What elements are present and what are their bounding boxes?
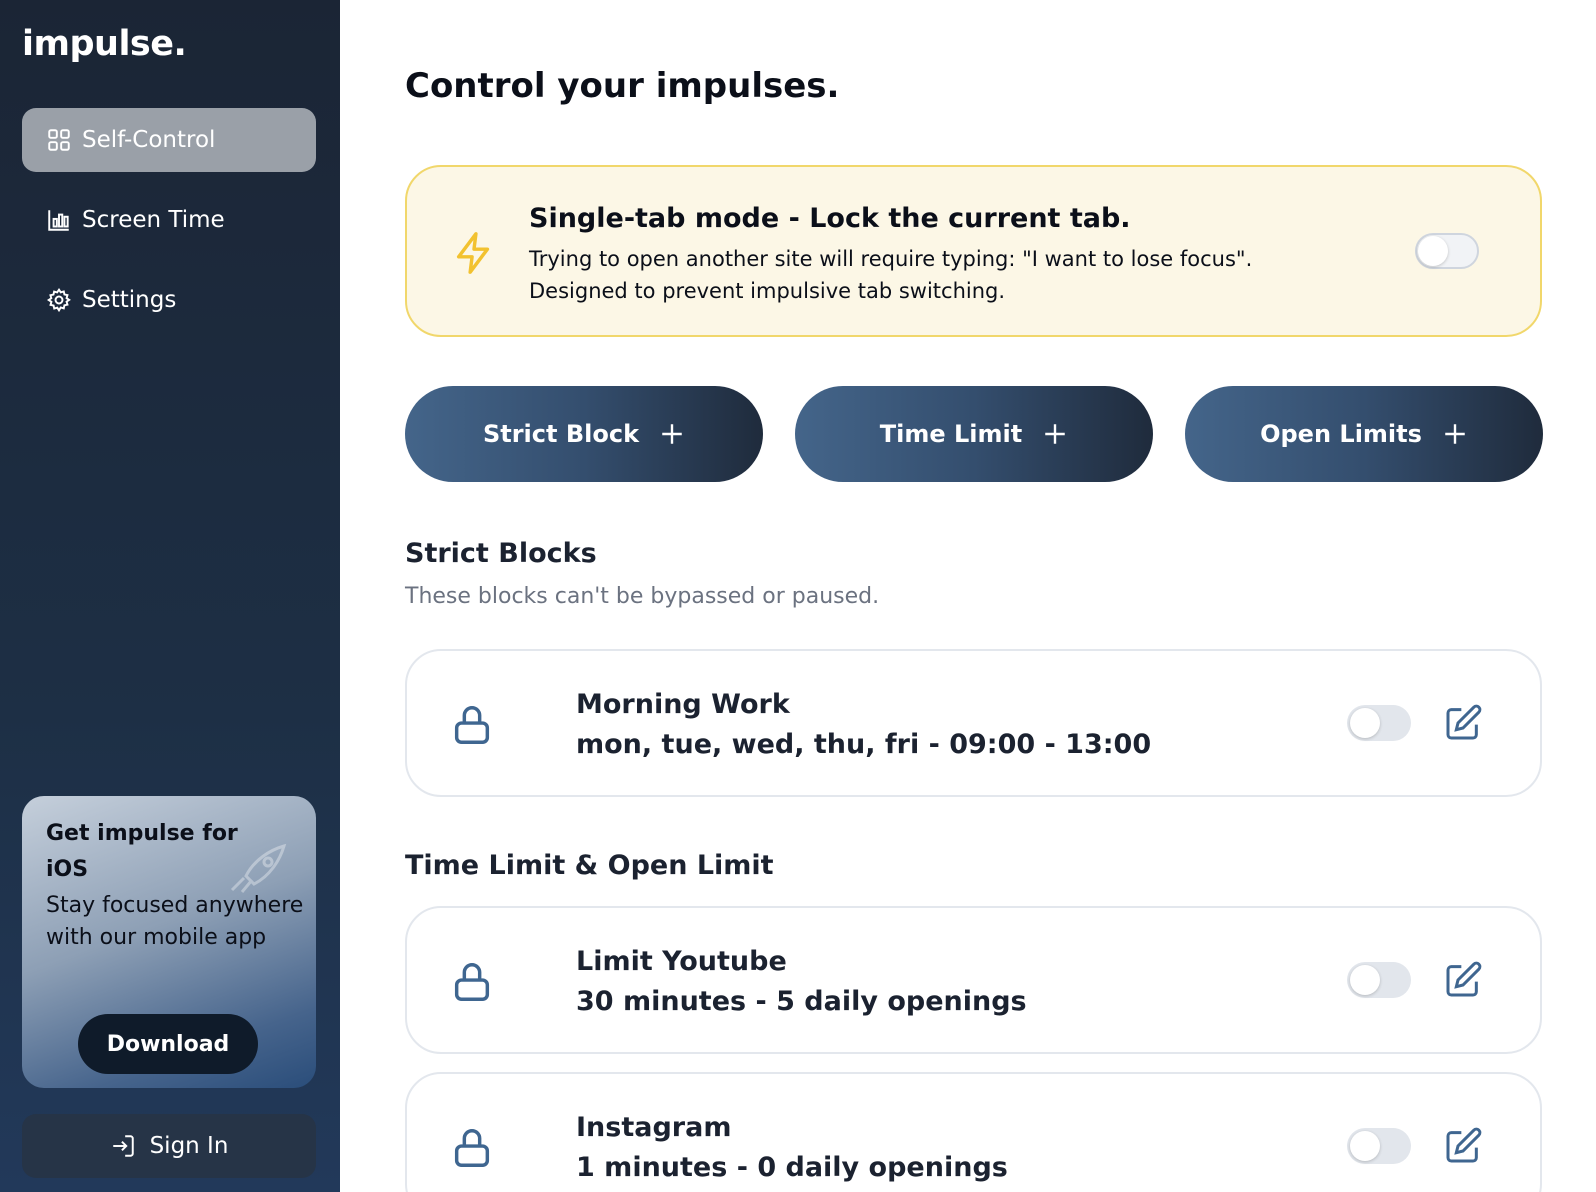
rule-detail: mon, tue, wed, thu, fri - 09:00 - 13:00 bbox=[576, 729, 1152, 760]
plus-icon bbox=[659, 421, 685, 447]
toggle-knob bbox=[1350, 1131, 1380, 1161]
rule-toggle[interactable] bbox=[1347, 1128, 1411, 1164]
rule-name: Limit Youtube bbox=[576, 946, 787, 977]
bar-chart-icon bbox=[46, 207, 72, 233]
sign-in-button[interactable]: Sign In bbox=[22, 1114, 316, 1178]
sidebar-item-label: Settings bbox=[82, 287, 177, 313]
sidebar-item-label: Screen Time bbox=[82, 207, 225, 233]
edit-icon[interactable] bbox=[1443, 1126, 1483, 1166]
single-tab-desc-line: Designed to prevent impulsive tab switch… bbox=[529, 279, 1006, 303]
edit-icon[interactable] bbox=[1443, 703, 1483, 743]
toggle-knob bbox=[1350, 965, 1380, 995]
rule-detail: 1 minutes - 0 daily openings bbox=[576, 1152, 1008, 1183]
edit-icon[interactable] bbox=[1443, 960, 1483, 1000]
promo-text-line: Stay focused anywhere bbox=[46, 893, 304, 918]
promo-text: Stay focused anywhere with our mobile ap… bbox=[46, 890, 306, 954]
rule-detail: 30 minutes - 5 daily openings bbox=[576, 986, 1027, 1017]
sidebar-item-settings[interactable]: Settings bbox=[22, 268, 316, 332]
add-open-limits-button[interactable]: Open Limits bbox=[1185, 386, 1543, 482]
app-logo[interactable]: impulse. bbox=[22, 24, 187, 64]
add-time-limit-button[interactable]: Time Limit bbox=[795, 386, 1153, 482]
sign-in-icon bbox=[110, 1133, 136, 1159]
promo-title: Get impulse for iOS bbox=[46, 821, 238, 882]
toggle-knob bbox=[1418, 236, 1448, 266]
sidebar-item-label: Self-Control bbox=[82, 127, 216, 153]
sidebar-item-screen-time[interactable]: Screen Time bbox=[22, 188, 316, 252]
rule-toggle[interactable] bbox=[1347, 962, 1411, 998]
rule-toggle[interactable] bbox=[1347, 705, 1411, 741]
sidebar-item-self-control[interactable]: Self-Control bbox=[22, 108, 316, 172]
strict-blocks-heading: Strict Blocks bbox=[405, 538, 597, 569]
add-button-label: Open Limits bbox=[1260, 420, 1422, 448]
limit-card: Instagram 1 minutes - 0 daily openings bbox=[405, 1072, 1542, 1192]
toggle-knob bbox=[1350, 708, 1380, 738]
lock-icon bbox=[454, 1129, 490, 1167]
grid-icon bbox=[46, 127, 72, 153]
strict-block-card: Morning Work mon, tue, wed, thu, fri - 0… bbox=[405, 649, 1542, 797]
main-content: Control your impulses. Single-tab mode -… bbox=[340, 0, 1596, 1192]
lock-icon bbox=[454, 963, 490, 1001]
lightning-icon bbox=[456, 232, 490, 274]
ios-promo-card: Get impulse for iOS Stay focused anywher… bbox=[22, 796, 316, 1088]
rule-name: Instagram bbox=[576, 1112, 732, 1143]
limits-heading: Time Limit & Open Limit bbox=[405, 850, 774, 881]
single-tab-desc-line: Trying to open another site will require… bbox=[529, 247, 1253, 271]
limit-card: Limit Youtube 30 minutes - 5 daily openi… bbox=[405, 906, 1542, 1054]
page-title: Control your impulses. bbox=[405, 66, 840, 106]
gear-icon bbox=[46, 287, 72, 313]
lock-icon bbox=[454, 706, 490, 744]
add-strict-block-button[interactable]: Strict Block bbox=[405, 386, 763, 482]
strict-blocks-subtitle: These blocks can't be bypassed or paused… bbox=[405, 584, 880, 609]
add-button-label: Time Limit bbox=[879, 420, 1023, 448]
add-button-label: Strict Block bbox=[482, 420, 640, 448]
plus-icon bbox=[1442, 421, 1468, 447]
plus-icon bbox=[1042, 421, 1068, 447]
sidebar: impulse. Self-Control Screen Time Settin… bbox=[0, 0, 340, 1192]
sign-in-label: Sign In bbox=[149, 1133, 229, 1159]
single-tab-mode-card: Single-tab mode - Lock the current tab. … bbox=[405, 165, 1542, 337]
rule-name: Morning Work bbox=[576, 689, 790, 720]
single-tab-title: Single-tab mode - Lock the current tab. bbox=[529, 203, 1131, 234]
promo-text-line: with our mobile app bbox=[46, 925, 267, 950]
single-tab-toggle[interactable] bbox=[1415, 233, 1479, 269]
single-tab-description: Trying to open another site will require… bbox=[529, 243, 1252, 307]
download-button[interactable]: Download bbox=[78, 1014, 258, 1074]
